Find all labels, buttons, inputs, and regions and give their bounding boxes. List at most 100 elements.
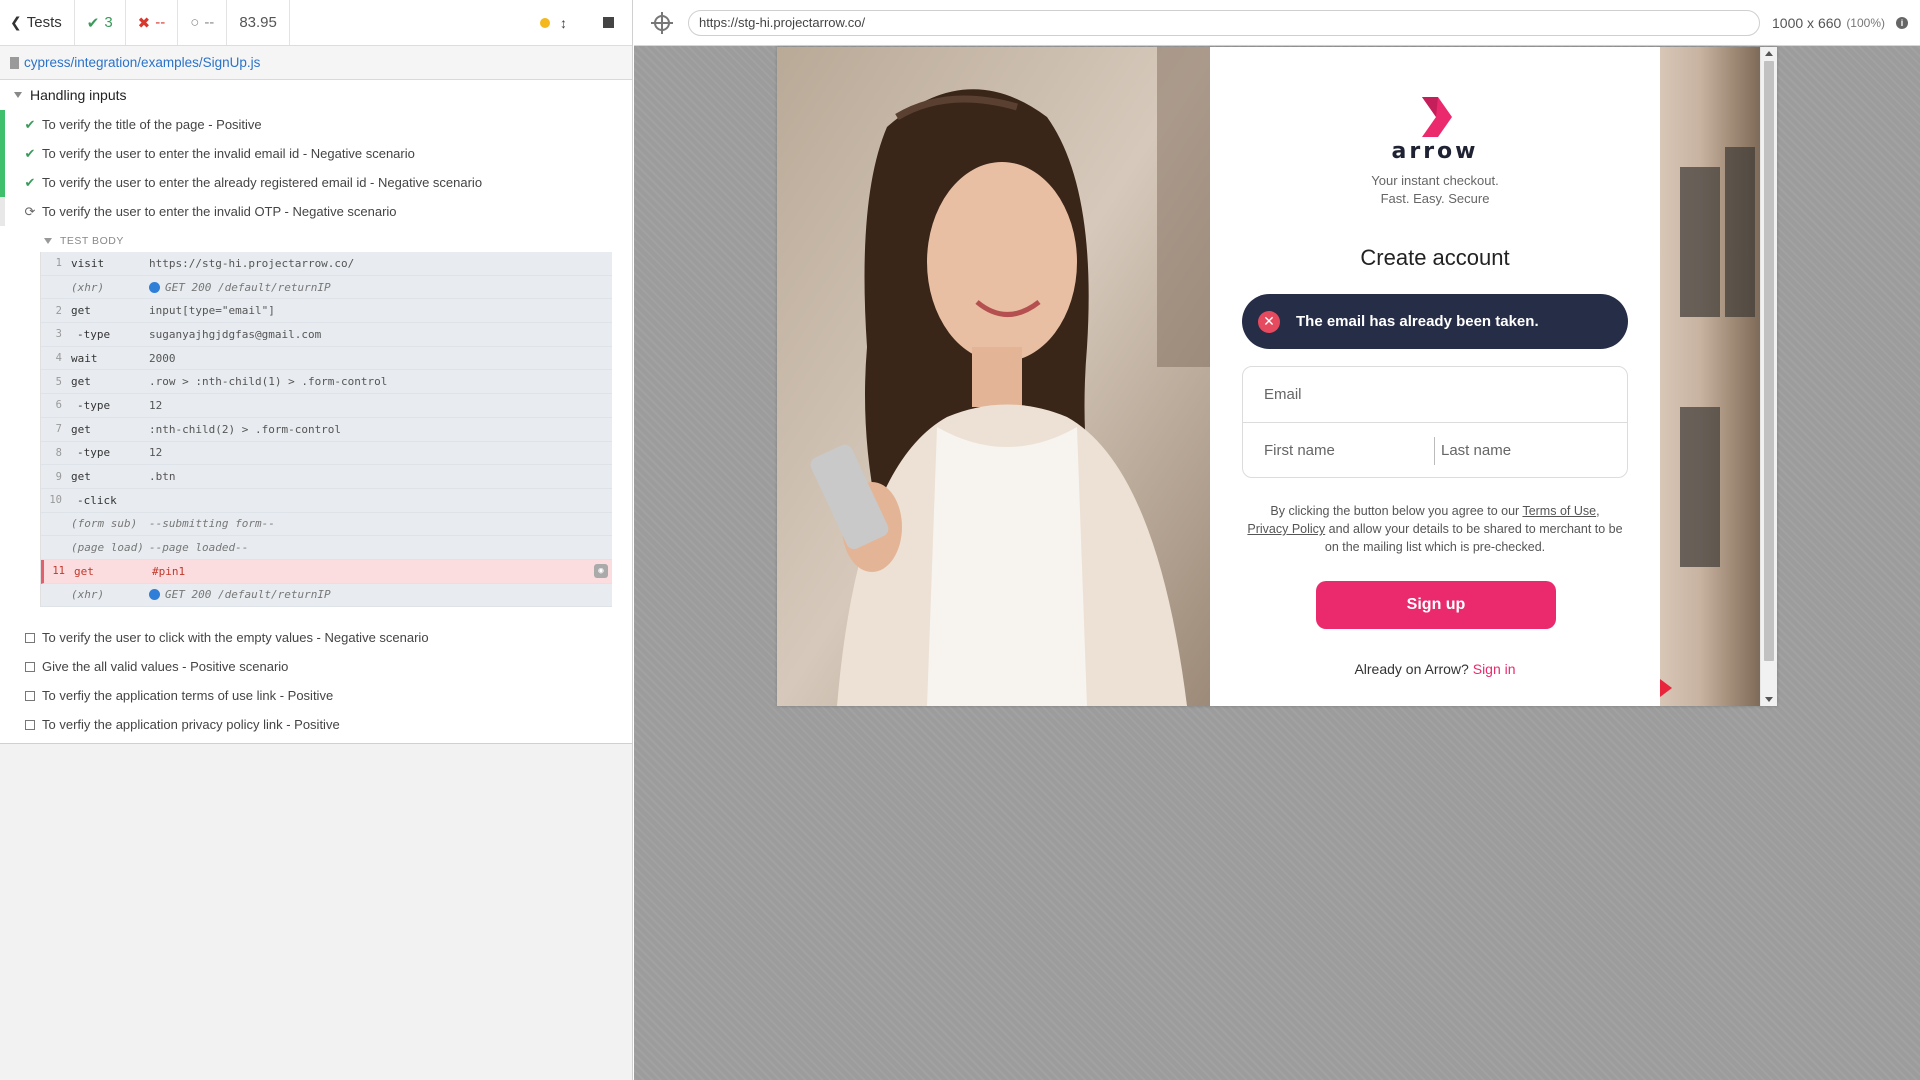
scroll-down-icon[interactable] xyxy=(1765,697,1773,702)
stop-icon[interactable] xyxy=(603,17,614,28)
arrow-logo-icon xyxy=(1422,97,1452,137)
command-row[interactable]: (xhr) GET 200 /default/returnIP xyxy=(41,583,612,608)
scrollbar-thumb[interactable] xyxy=(1764,61,1774,661)
first-name-field[interactable]: First name xyxy=(1243,436,1435,465)
command-message: suganyajhgjdgfas@gmail.com xyxy=(149,327,322,341)
command-message: .row > :nth-child(1) > .form-control xyxy=(149,375,388,389)
square-icon xyxy=(25,661,35,672)
info-icon[interactable]: i xyxy=(1896,16,1908,29)
command-message: GET 200 /default/returnIP xyxy=(149,588,612,601)
reporter-header: ❮ Tests ✔ 3 ✖ -- ○ -- 83.95 ↕ xyxy=(0,0,632,46)
test-title: To verify the user to click with the emp… xyxy=(42,630,429,646)
test-item[interactable]: ✔ To verify the user to enter the alread… xyxy=(0,168,632,197)
command-name: -type xyxy=(77,398,111,412)
suite-title-text: Handling inputs xyxy=(30,87,127,103)
command-row[interactable]: 8 -type 12 xyxy=(41,441,612,466)
pin-icon[interactable]: ◉ xyxy=(594,564,608,579)
tests-back-button[interactable]: ❮ Tests xyxy=(0,0,75,45)
tagline: Your instant checkout. Fast. Easy. Secur… xyxy=(1371,172,1498,208)
xhr-status-icon xyxy=(149,589,160,601)
command-message: --submitting form-- xyxy=(149,517,275,531)
command-row[interactable]: 1 visit https://stg-hi.projectarrow.co/ xyxy=(41,252,612,276)
email-field[interactable]: Email xyxy=(1243,367,1627,423)
test-item-pending[interactable]: To verfiy the application privacy policy… xyxy=(0,710,632,739)
spec-path-link[interactable]: cypress/integration/examples/SignUp.js xyxy=(24,55,260,70)
command-row[interactable]: 6 -type 12 xyxy=(41,394,612,418)
test-item-pending[interactable]: Give the all valid values - Positive sce… xyxy=(0,652,632,681)
command-row[interactable]: 5 get .row > :nth-child(1) > .form-control xyxy=(41,370,612,395)
test-item[interactable]: ✔ To verify the user to enter the invali… xyxy=(0,139,632,168)
command-message: input[type="email"] xyxy=(149,304,275,318)
command-row[interactable]: (page load) --page loaded-- xyxy=(41,536,612,560)
caret-down-icon xyxy=(44,238,52,244)
sign-in-link[interactable]: Sign in xyxy=(1473,661,1516,677)
selector-playground-icon[interactable] xyxy=(651,11,673,34)
test-title: To verify the title of the page - Positi… xyxy=(42,117,262,132)
test-title: To verfiy the application terms of use l… xyxy=(42,688,334,704)
viewport-info: 1000 x 660 (100%) i xyxy=(1772,15,1908,31)
command-message: 12 xyxy=(149,398,163,412)
arrow-decoration-icon xyxy=(1660,679,1672,697)
url-bar[interactable]: https://stg-hi.projectarrow.co/ xyxy=(687,9,1761,36)
last-name-field[interactable]: Last name xyxy=(1435,442,1511,459)
app-iframe: arrow Your instant checkout. Fast. Easy.… xyxy=(777,47,1777,706)
command-message-text: GET 200 /default/returnIP xyxy=(165,588,331,602)
command-message: 2000 xyxy=(149,351,176,365)
consent-text: By clicking the button below you agree t… xyxy=(1242,502,1628,556)
terms-of-use-link[interactable]: Terms of Use xyxy=(1522,504,1596,518)
refresh-icon: ⟳ xyxy=(24,203,36,219)
scroll-up-icon[interactable] xyxy=(1765,51,1773,56)
command-name: -type xyxy=(77,327,111,341)
test-body: TEST BODY 1 visit https://stg-hi.projectar… xyxy=(30,230,612,608)
signup-form: Email First name Last name xyxy=(1242,366,1628,478)
command-name: (form sub) xyxy=(71,517,138,531)
test-title: To verify the user to enter the already … xyxy=(42,175,483,190)
name-row: First name Last name xyxy=(1243,423,1627,478)
consent-part-3: and allow your details to be shared to m… xyxy=(1324,522,1623,554)
check-icon: ✔ xyxy=(24,145,36,161)
command-row[interactable]: 10 -click xyxy=(41,488,612,513)
brand-logo: arrow Your instant checkout. Fast. Easy.… xyxy=(1210,97,1660,208)
command-row[interactable]: 2 get input[type="email"] xyxy=(41,299,612,324)
background-photo-right xyxy=(1660,47,1760,706)
failed-value: -- xyxy=(155,14,166,31)
square-icon xyxy=(25,632,35,643)
close-circle-icon[interactable]: ✕ xyxy=(1258,310,1280,333)
already-account-text: Already on Arrow? Sign in xyxy=(1210,661,1660,677)
page-title: Create account xyxy=(1360,245,1510,270)
command-row[interactable]: (form sub) --submitting form-- xyxy=(41,512,612,537)
test-title: To verfiy the application privacy policy… xyxy=(42,717,340,733)
command-name: visit xyxy=(71,256,105,270)
test-item[interactable]: ✔ To verify the title of the page - Posi… xyxy=(0,110,632,139)
command-row[interactable]: (xhr) GET 200 /default/returnIP xyxy=(41,275,612,300)
aut-header: https://stg-hi.projectarrow.co/ 1000 x 6… xyxy=(634,0,1920,46)
command-row-failed[interactable]: 11 get #pin1 ◉ xyxy=(41,559,612,584)
sign-up-button[interactable]: Sign up xyxy=(1316,581,1556,629)
failed-count: ✖ -- xyxy=(126,0,179,45)
running-indicator-icon xyxy=(540,17,550,28)
scrollbar[interactable] xyxy=(1760,47,1777,706)
circle-icon: ○ xyxy=(190,14,200,31)
privacy-policy-link[interactable]: Privacy Policy xyxy=(1247,522,1325,536)
command-row[interactable]: 4 wait 2000 xyxy=(41,346,612,371)
test-item-pending[interactable]: To verfiy the application terms of use l… xyxy=(0,681,632,710)
command-name: get xyxy=(71,375,91,389)
passed-value: 3 xyxy=(104,14,113,31)
command-row[interactable]: 3 -type suganyajhgjdgfas@gmail.com xyxy=(41,323,612,347)
command-name: wait xyxy=(71,351,98,365)
spec-file-bar: cypress/integration/examples/SignUp.js xyxy=(0,46,632,80)
test-item-running[interactable]: ⟳ To verify the user to enter the invali… xyxy=(0,197,632,226)
file-icon xyxy=(10,56,19,69)
command-row[interactable]: 9 get .btn xyxy=(41,465,612,489)
command-number: 3 xyxy=(55,328,62,341)
suite-title[interactable]: Handling inputs xyxy=(0,80,632,110)
command-number: 6 xyxy=(55,399,62,412)
command-name: (page load) xyxy=(71,541,144,555)
command-name: get xyxy=(71,304,91,318)
already-label: Already on Arrow? xyxy=(1354,661,1473,677)
auto-scroll-icon[interactable]: ↕ xyxy=(560,15,567,31)
test-body-title[interactable]: TEST BODY xyxy=(30,230,612,252)
test-item-pending[interactable]: To verify the user to click with the emp… xyxy=(0,623,632,652)
command-row[interactable]: 7 get:nth-child(2) > .form-control xyxy=(41,417,612,442)
command-number: 11 xyxy=(52,565,65,578)
